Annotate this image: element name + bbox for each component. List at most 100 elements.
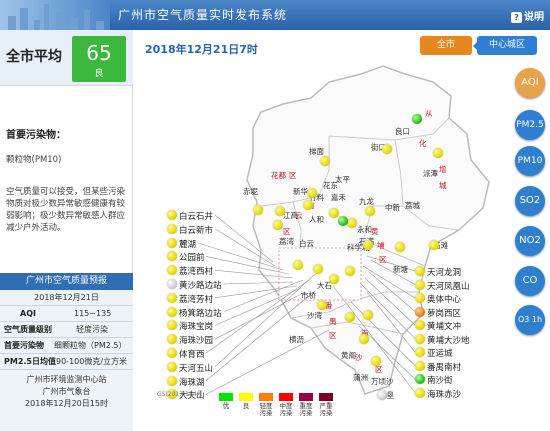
map-station-dot[interactable] xyxy=(320,156,330,166)
legend-swatch xyxy=(319,393,333,401)
district-label: 沙湾 xyxy=(307,311,322,320)
forecast-date: 2018年12月21日 xyxy=(0,290,133,306)
district-label: 禺 xyxy=(329,317,337,326)
station-dot[interactable] xyxy=(167,361,177,372)
pollutant-button-pm10[interactable]: PM10 xyxy=(515,146,545,176)
station-label: 黄埔大沙地 xyxy=(427,335,470,346)
pollutant-button-o3[interactable]: O3 1h xyxy=(515,305,545,335)
map-station-dot[interactable] xyxy=(329,208,339,218)
district-label: 区 xyxy=(289,171,297,180)
map-station-dot[interactable] xyxy=(317,300,327,310)
district-label: 区 xyxy=(379,255,387,264)
station-dot[interactable] xyxy=(415,360,425,371)
district-label: 城 xyxy=(439,181,447,190)
map-station-dot[interactable] xyxy=(345,312,355,322)
forecast-level-row: 空气质量级别 轻度污染 xyxy=(0,322,133,338)
update-datetime: 2018年12月21日7时 xyxy=(145,43,258,56)
station-dot[interactable] xyxy=(415,320,425,330)
district-label: 人和 xyxy=(309,215,324,224)
map-station-dot[interactable] xyxy=(429,240,439,250)
station-dot[interactable] xyxy=(167,223,177,234)
map-station-dot[interactable] xyxy=(382,144,392,154)
map-station-dot[interactable] xyxy=(338,216,348,226)
map-station-dot[interactable] xyxy=(363,240,373,250)
map-station-dot[interactable] xyxy=(313,264,323,274)
pollutant-button-aqi[interactable]: AQI xyxy=(515,68,545,98)
district-label: 江高 xyxy=(283,211,298,220)
map-station-dot[interactable] xyxy=(345,266,355,276)
station-dot[interactable] xyxy=(167,279,177,289)
station-label: 荔湾西村 xyxy=(179,267,214,278)
help-icon: ? xyxy=(511,12,522,23)
forecast-source-1: 广州市环境监测中心站 xyxy=(26,375,107,384)
forecast-source-2: 广州市气象台 xyxy=(42,387,91,396)
station-dot[interactable] xyxy=(167,375,177,386)
district-label: 化 xyxy=(419,139,427,148)
district-label: 白云 xyxy=(299,239,314,248)
map-station-dot[interactable] xyxy=(412,114,422,124)
legend-swatch xyxy=(219,393,233,401)
station-label: 麓湖 xyxy=(179,239,197,250)
forecast-title: 广州市空气质量预报 xyxy=(0,273,133,290)
app-title: 广州市空气质量实时发布系统 xyxy=(118,8,288,22)
map-station-dot[interactable] xyxy=(293,260,303,270)
station-dot[interactable] xyxy=(415,374,425,384)
district-label: 新塘 xyxy=(393,265,408,274)
forecast-aqi-value: 115~135 xyxy=(74,309,112,318)
station-dot[interactable] xyxy=(415,293,425,303)
map-station-dot[interactable] xyxy=(253,205,263,215)
map-station-dot[interactable] xyxy=(363,310,373,320)
scope-center-button[interactable]: 中心城区 xyxy=(473,36,537,55)
legend-label: 良 xyxy=(242,402,250,410)
station-label: 天河龙洞 xyxy=(427,268,462,278)
station-dot[interactable] xyxy=(415,387,425,398)
station-label: 白云新市 xyxy=(179,225,214,236)
map-station-dot[interactable] xyxy=(371,356,381,366)
pollutant-button-co[interactable]: CO xyxy=(515,266,545,296)
map-station-dot[interactable] xyxy=(433,148,443,158)
map-station-dot[interactable] xyxy=(273,220,283,230)
station-label: 黄埔文冲 xyxy=(427,322,462,332)
district-label: 嘉禾 xyxy=(331,193,346,202)
map-station-dot[interactable] xyxy=(347,218,357,228)
station-label: 番禺南村 xyxy=(427,362,462,373)
district-label: 新华 xyxy=(293,187,308,196)
aqi-value: 65 xyxy=(86,41,112,65)
district-label: 良口 xyxy=(395,127,410,136)
station-dot[interactable] xyxy=(415,266,425,276)
pollutant-button-no2[interactable]: NO2 xyxy=(515,226,545,256)
station-label: 萝岗西区 xyxy=(427,308,462,319)
main-panel: 2018年12月21日7时 全市 中心城区 AQI PM2.5 PM10 SO2… xyxy=(133,30,550,431)
map-station-dot[interactable] xyxy=(365,206,375,216)
map-station-dot[interactable] xyxy=(307,188,317,198)
district-label: 赤坭 xyxy=(243,187,258,196)
station-dot[interactable] xyxy=(167,210,177,220)
pollutant-button-pm25[interactable]: PM2.5 xyxy=(515,110,545,140)
station-dot[interactable] xyxy=(167,348,177,358)
map-station-dot[interactable] xyxy=(303,200,313,210)
district-label: 派潭 xyxy=(423,169,438,178)
map-station-dot[interactable] xyxy=(359,334,369,344)
station-dot[interactable] xyxy=(167,306,177,317)
station-dot[interactable] xyxy=(415,347,425,357)
station-label: 黄沙路边站 xyxy=(179,281,222,291)
map-station-dot[interactable] xyxy=(377,390,387,400)
district-label: 从 xyxy=(425,109,433,118)
station-dot[interactable] xyxy=(415,333,425,344)
map-station-dot[interactable] xyxy=(329,274,339,284)
help-button[interactable]: ? 说明 xyxy=(511,8,544,23)
station-dot[interactable] xyxy=(415,279,425,290)
map-station-dot[interactable] xyxy=(275,206,285,216)
pollutant-button-so2[interactable]: SO2 xyxy=(515,186,545,216)
map-station-dot[interactable] xyxy=(395,242,405,252)
station-label: 南沙街 xyxy=(427,376,453,386)
city-average-box: 全市平均 65 良 xyxy=(0,30,133,86)
station-dot[interactable] xyxy=(167,292,177,303)
forecast-pm25-row: PM2.5日均值 90-100微克/立方米 xyxy=(0,354,133,370)
legend-swatch xyxy=(259,393,273,401)
station-dot[interactable] xyxy=(167,237,177,248)
station-dot[interactable] xyxy=(415,306,425,317)
station-label: 荔湾芳村 xyxy=(179,294,214,305)
scope-all-button[interactable]: 全市 xyxy=(420,36,472,55)
left-panel: 全市平均 65 良 首要污染物： 颗粒物(PM10) 空气质量可以接受，但某些污… xyxy=(0,30,133,431)
